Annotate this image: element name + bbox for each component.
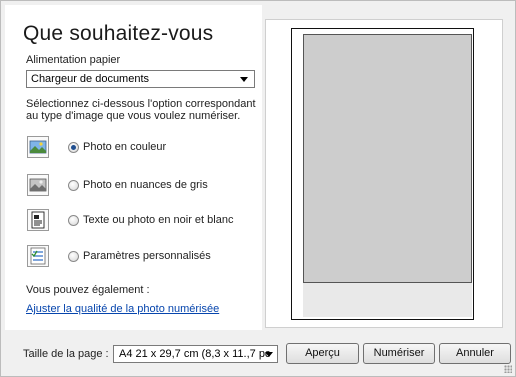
paper-feed-select[interactable]: Chargeur de documents <box>26 70 255 88</box>
resize-grip-icon[interactable] <box>504 365 512 373</box>
adjust-quality-link[interactable]: Ajuster la qualité de la photo numérisée <box>26 303 219 315</box>
chevron-down-icon <box>265 352 273 357</box>
option-color-photo-radio[interactable] <box>68 142 79 153</box>
option-custom-label[interactable]: Paramètres personnalisés <box>83 250 211 262</box>
black-white-document-icon[interactable] <box>27 209 49 231</box>
option-grayscale-radio[interactable] <box>68 180 79 191</box>
option-black-white-label[interactable]: Texte ou photo en noir et blanc <box>83 214 233 226</box>
page-size-label: Taille de la page : <box>23 348 109 360</box>
cancel-button[interactable]: Annuler <box>439 343 511 364</box>
scan-dialog: Que souhaitez-vous Alimentation papier C… <box>0 0 516 377</box>
option-custom-radio[interactable] <box>68 251 79 262</box>
page-title: Que souhaitez-vous <box>23 22 214 45</box>
preview-button[interactable]: Aperçu <box>286 343 359 364</box>
grayscale-photo-icon[interactable] <box>27 174 49 196</box>
preview-page <box>303 34 472 283</box>
option-grayscale-label[interactable]: Photo en nuances de gris <box>83 179 208 191</box>
paper-feed-value: Chargeur de documents <box>31 73 150 85</box>
color-photo-icon[interactable] <box>27 136 49 158</box>
preview-bottom-area <box>303 283 472 317</box>
option-black-white-radio[interactable] <box>68 215 79 226</box>
option-color-photo-label[interactable]: Photo en couleur <box>83 141 166 153</box>
scan-button[interactable]: Numériser <box>363 343 435 364</box>
page-size-select[interactable]: A4 21 x 29,7 cm (8,3 x 11.,7 pc <box>113 345 278 363</box>
custom-settings-icon[interactable] <box>27 245 49 267</box>
instructions-text: Sélectionnez ci-dessous l'option corresp… <box>26 98 256 122</box>
also-label: Vous pouvez également : <box>26 284 150 296</box>
paper-feed-label: Alimentation papier <box>26 54 121 66</box>
page-size-value: A4 21 x 29,7 cm (8,3 x 11.,7 pc <box>119 348 271 360</box>
chevron-down-icon <box>240 77 248 82</box>
